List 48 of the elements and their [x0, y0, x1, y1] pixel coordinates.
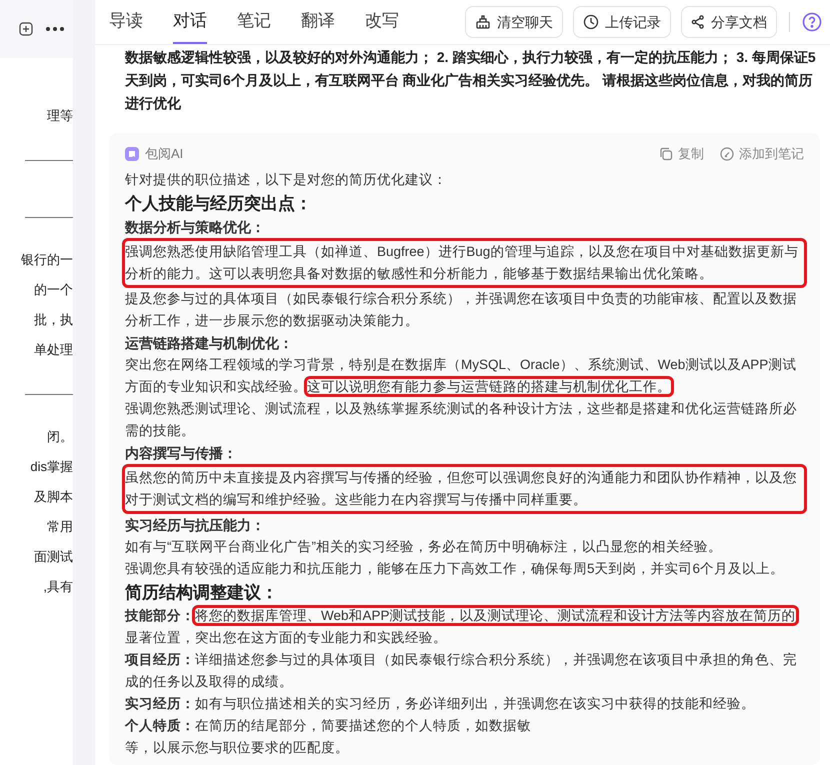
paragraph-text: 项目经历：详细描述您参与过的具体项目（如民泰银行综合积分系统），并强调您在该项目中承担的角色、完成的任务以及取得的成绩。: [125, 651, 798, 691]
note-icon: [720, 147, 734, 161]
paragraph-text: 强调您熟悉测试理论、测试流程，以及熟练掌握系统测试的各种设计方法，这些都是搭建和优化运营链路所必需的技能。: [125, 400, 798, 440]
document-text: 面测试: [33, 548, 73, 566]
paragraph-text: 个人特质：在简历的结尾部分，简要描述您的个人特质，如数据敏 等，以展示您与职位要求的匹配度。: [125, 717, 532, 757]
book-logo-icon: [125, 147, 139, 161]
paragraph-text: 强调您具有较强的适应能力和抗压能力，能够在压力下高效工作，确保每周5天到岗，并实司6个月及以上。: [125, 560, 786, 578]
paragraph-text: 强调您熟悉使用缺陷管理工具（如禅道、Bugfree）进行Bug的管理与追踪，以及您在项目中对基础数据更新与分析的能力。这可以表明您具备对数据的敏感性和分析能力，能够基于数据结果输出优化策略。: [125, 241, 804, 285]
document-text: 理等: [46, 107, 73, 125]
tab[interactable]: 翻译: [301, 0, 335, 44]
tab[interactable]: 笔记: [237, 0, 271, 44]
toolbar-button[interactable]: 清空聊天: [465, 6, 563, 38]
sender-name: 包阅AI: [145, 145, 184, 164]
user-message: 数据敏感逻辑性较强，以及较好的对外沟通能力； 2. 踏实细心，执行力较强，有一定的抗压能力； 3. 每周保证5天到岗，可实司6个月及以上，有互联网平台 商业化广告相关实习经验优先。 请根据这些岗位信息，对我的简历进行优化: [125, 48, 817, 113]
toolbar-button[interactable]: 上传记录: [573, 6, 671, 38]
document-text: dis掌握: [29, 458, 73, 476]
share-icon: [691, 15, 705, 29]
document-text: ,具有: [42, 578, 73, 596]
paragraph-text: 突出您在网络工程领域的学习背景，特别是在数据库（MySQL、Oracle）、系统测试、Web测试以及APP测试方面的专业知识和实战经验。这可以说明您有能力参与运营链路的搭建与机制优化工作。: [125, 354, 804, 398]
section-heading: 简历结构调整建议：: [125, 582, 279, 604]
tab[interactable]: 改写: [365, 0, 399, 44]
document-text: 批，执: [33, 311, 73, 329]
help-icon[interactable]: [802, 12, 822, 32]
subsection-heading: 运营链路搭建与机制优化：: [125, 334, 294, 353]
copy-icon: [659, 147, 673, 161]
paragraph-text: 虽然您的简历中未直接提及内容撰写与传播的经验，但您可以强调您良好的沟通能力和团队协作精神，以及您对于测试文档的编写和维护经验。这些能力在内容撰写与传播中同样重要。: [125, 467, 804, 511]
subsection-heading: 数据分析与策略优化：: [125, 218, 266, 237]
subsection-heading: 实习经历与抗压能力：: [125, 516, 266, 535]
subsection-heading: 内容撰写与传播：: [125, 444, 238, 463]
clock-icon: [583, 14, 599, 30]
tab[interactable]: 导读: [109, 0, 143, 44]
paragraph-text: 技能部分：将您的数据库管理、Web和APP测试技能，以及测试理论、测试流程和设计方法等内容放在简历的 显著位置，突出您在这方面的专业能力和实践经验。: [125, 605, 804, 649]
document-text: 银行的一: [20, 251, 73, 269]
document-text: 及脚本: [33, 488, 73, 506]
document-text: 常用: [46, 518, 73, 536]
paragraph-text: 提及您参与过的具体项目（如民泰银行综合积分系统），并强调您在该项目中负责的功能审核、配置以及数据分析工作，进一步展示您的数据驱动决策能力。: [125, 290, 798, 330]
paragraph-text: 如有与“互联网平台商业化广告”相关的实习经验，务必在简历中明确标注，以凸显您的相关经验。: [125, 538, 723, 556]
tab[interactable]: 对话: [173, 0, 207, 44]
section-heading: 个人技能与经历突出点：: [125, 193, 313, 215]
document-text: 单处理: [33, 341, 73, 359]
toolbar-button[interactable]: 分享文档: [681, 6, 777, 38]
more-icon[interactable]: [45, 26, 65, 32]
document-text: 的一个: [33, 281, 73, 299]
document-text: 闭。: [46, 428, 73, 446]
paragraph-text: 实习经历：如有与职位描述相关的实习经历，务必详细列出，并强调您在该实习中获得的技能和经验。: [125, 695, 756, 713]
broom-icon: [475, 14, 491, 30]
add-icon[interactable]: [19, 22, 33, 36]
paragraph-text: 针对提供的职位描述，以下是对您的简历优化建议：: [125, 171, 448, 189]
